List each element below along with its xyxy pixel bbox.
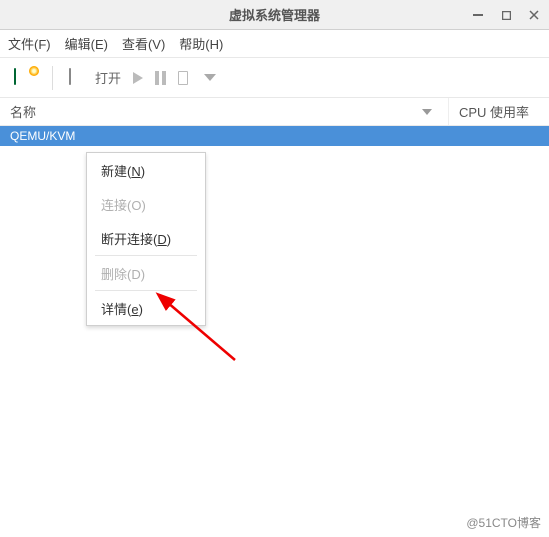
connection-list: QEMU/KVM [0, 126, 549, 516]
watermark: @51CTO博客 [466, 514, 541, 531]
close-button[interactable] [527, 8, 541, 22]
column-cpu-label: CPU 使用率 [459, 102, 529, 121]
column-headers: 名称 CPU 使用率 [0, 98, 549, 126]
ctx-disconnect[interactable]: 断开连接(D) [87, 221, 205, 255]
ctx-new-label: 新建(N) [101, 161, 145, 180]
connection-row[interactable]: QEMU/KVM [0, 126, 549, 146]
window-controls [471, 0, 541, 30]
new-vm-button[interactable] [8, 65, 42, 91]
titlebar: 虚拟系统管理器 [0, 0, 549, 30]
window-title: 虚拟系统管理器 [229, 5, 320, 24]
toolbar: 打开 [0, 58, 549, 98]
ctx-connect-label: 连接(O) [101, 195, 146, 214]
column-name[interactable]: 名称 [0, 98, 449, 125]
menu-help[interactable]: 帮助(H) [179, 34, 223, 53]
connection-label: QEMU/KVM [10, 129, 75, 143]
shutdown-menu-button[interactable] [194, 70, 222, 85]
chevron-down-icon [204, 74, 216, 81]
column-name-label: 名称 [10, 102, 36, 121]
toolbar-separator [52, 66, 53, 90]
pause-icon [155, 71, 166, 85]
new-vm-icon [14, 69, 36, 87]
pause-button[interactable] [149, 67, 172, 89]
open-button[interactable]: 打开 [63, 64, 127, 91]
ctx-new[interactable]: 新建(N) [87, 153, 205, 187]
run-button[interactable] [127, 68, 149, 88]
ctx-delete-label: 删除(D) [101, 264, 145, 283]
context-menu: 新建(N) 连接(O) 断开连接(D) 删除(D) 详情(e) [86, 152, 206, 326]
open-label: 打开 [95, 68, 121, 87]
column-cpu[interactable]: CPU 使用率 [449, 98, 549, 125]
stop-icon [178, 71, 188, 85]
menu-edit[interactable]: 编辑(E) [65, 34, 108, 53]
sort-indicator-icon [422, 109, 432, 115]
play-icon [133, 72, 143, 84]
ctx-details-label: 详情(e) [101, 299, 143, 318]
menu-view[interactable]: 查看(V) [122, 34, 165, 53]
shutdown-button[interactable] [172, 67, 194, 89]
open-icon [69, 69, 91, 87]
ctx-details[interactable]: 详情(e) [87, 291, 205, 325]
ctx-delete: 删除(D) [87, 256, 205, 290]
ctx-connect: 连接(O) [87, 187, 205, 221]
minimize-button[interactable] [471, 8, 485, 22]
ctx-disconnect-label: 断开连接(D) [101, 229, 171, 248]
maximize-button[interactable] [499, 8, 513, 22]
menubar: 文件(F) 编辑(E) 查看(V) 帮助(H) [0, 30, 549, 58]
menu-file[interactable]: 文件(F) [8, 34, 51, 53]
